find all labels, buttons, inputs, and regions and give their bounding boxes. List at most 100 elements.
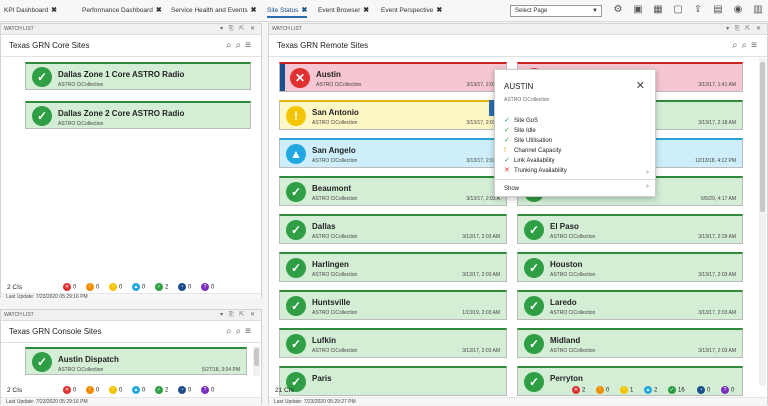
site-name: Harlingen [312,260,349,269]
save-icon[interactable]: ▣ [632,4,644,16]
search-filter-icon[interactable]: ⌕⌕≡ [226,321,255,343]
count-value: 0 [142,387,146,394]
site-card[interactable]: ▲ San Angelo ASTRO CiCollection 3/13/17, 2:… [279,138,507,168]
tab-close-icon[interactable]: ✖ [301,7,307,14]
panel-tools-icon[interactable]: ▾ ⎘ ⇱ ✕ [220,310,257,321]
check-icon: ✓ [524,334,544,354]
site-card[interactable]: ✓ Laredo ASTRO CiCollection 3/13/17, 2:03 A… [517,290,743,320]
other-count[interactable]: ? 0 [201,386,214,396]
site-card[interactable]: ✓ Harlingen ASTRO CiCollection 3/13/17, 2:0… [279,252,507,282]
tab-event-perspective[interactable]: Event Perspective ✖ [381,4,442,18]
tab-kpi-dashboard[interactable]: KPI Dashboard ✖ [4,4,57,18]
clipboard-icon[interactable]: ▢ [672,4,684,16]
unknown-count[interactable]: ◔ 0 [178,283,191,293]
site-card[interactable]: ✓ Houston ASTRO CiCollection 3/13/17, 2:03 … [517,252,743,282]
show-menu-item[interactable]: Show [504,184,519,194]
close-icon[interactable]: ✕ [636,79,645,92]
tab-performance-dashboard[interactable]: Performance Dashboard ✖ [82,4,162,18]
tab-close-icon[interactable]: ✖ [156,7,162,14]
more-icon[interactable]: ▥ [752,4,764,16]
unknown-count[interactable]: ◔ 0 [178,386,191,396]
scrollbar[interactable] [759,58,766,386]
error-icon: ✕ [63,283,71,291]
site-type: ASTRO CiCollection [312,120,358,126]
critical-count[interactable]: ✕ 2 [572,386,585,396]
kpi-item[interactable]: ✓ Site Utilisation [504,136,552,146]
settings-icon[interactable]: ⚙ [612,4,624,16]
tab-close-icon[interactable]: ✖ [251,7,257,14]
tab-site-status[interactable]: Site Status ✖ [267,4,308,18]
check-icon: ✓ [32,106,52,126]
normal-count[interactable]: ✓ 16 [668,386,685,396]
check-icon: ✓ [504,157,510,164]
scrollbar[interactable] [253,346,260,376]
search-filter-icon[interactable]: ⌕⌕≡ [226,35,255,57]
other-count[interactable]: ? 0 [201,283,214,293]
unknown-count[interactable]: ◔ 0 [697,386,710,396]
select-page-dropdown[interactable]: Select Page ▼ [510,5,602,17]
tab-close-icon[interactable]: ✖ [51,7,57,14]
tab-event-browser[interactable]: Event Browser ✖ [318,4,369,18]
minor-count[interactable]: ! 0 [109,386,122,396]
site-card[interactable]: ✕ Austin ASTRO CiCollection 3/13/17, 2:03 A [279,62,507,92]
warning-count[interactable]: ▲ 0 [132,386,145,396]
site-card[interactable]: ! San Antonio ASTRO CiCollection 3/13/17, 2… [279,100,507,130]
site-date: 1/13/19, 2:03 AM [462,310,500,316]
tab-close-icon[interactable]: ✖ [363,7,369,14]
site-card[interactable]: ✓ Lufkin ASTRO CiCollection 3/13/17, 2:03 A… [279,328,507,358]
panel-tools-icon[interactable]: ▾ ⎘ ⇱ ✕ [726,24,763,35]
site-card[interactable]: ✓ Dallas ASTRO CiCollection 3/13/17, 2:03 A… [279,214,507,244]
site-card[interactable]: ✓ El Paso ASTRO CiCollection 3/13/17, 2:29 … [517,214,743,244]
site-card[interactable]: ✓ Beaumont ASTRO CiCollection 3/13/17, 2:03… [279,176,507,206]
kpi-item[interactable]: ! Channel Capacity [504,146,561,156]
major-count[interactable]: ! 0 [86,283,99,293]
site-card[interactable]: ✓ Dallas Zone 2 Core ASTRO Radio ASTRO C… [25,101,251,129]
tab-service-health[interactable]: Service Health and Events ✖ [171,4,256,18]
site-card[interactable]: ✓ Austin Dispatch ASTRO CiCollection 5/2… [25,347,247,375]
tab-close-icon[interactable]: ✖ [436,7,442,14]
scrollbar-thumb[interactable] [760,62,765,212]
search-filter-icon[interactable]: ⌕⌕≡ [732,35,761,57]
site-card[interactable]: ✓ Midland ASTRO CiCollection 3/13/17, 2:03 … [517,328,743,358]
select-page-label: Select Page [515,8,548,14]
kpi-item[interactable]: ✓ Site GoS [504,116,538,126]
site-card[interactable]: ✓ Dallas Zone 1 Core ASTRO Radio ASTRO C… [25,62,251,90]
view-icon[interactable]: ◉ [732,4,744,16]
scrollbar-thumb[interactable] [254,348,259,366]
last-update: Last Update: 7/23/2020 05:29:27 PM [269,397,767,405]
error-icon: ✕ [290,68,310,88]
minor-count[interactable]: ! 1 [620,386,633,396]
site-type: ASTRO CiCollection [312,310,358,316]
normal-count[interactable]: ✓ 2 [155,283,168,293]
popup-title: AUSTIN [504,82,534,91]
panel-tools-icon[interactable]: ▾ ⎘ ⇱ ✕ [220,24,257,35]
site-date: 5/27/18, 3:04 PM [201,367,240,373]
warning-count[interactable]: ▲ 0 [132,283,145,293]
site-name: Huntsville [312,298,351,307]
site-type: ASTRO CiCollection [550,272,596,278]
site-date: 12/13/18, 4:12 PM [695,158,736,164]
minor-count[interactable]: ! 0 [109,283,122,293]
warning-count[interactable]: ▲ 2 [644,386,657,396]
status-summary: 21 CIs ✕ 2 ! 0 ! 1 ▲ 2 ✓ 16 ◔ 0 ? 0 [269,384,767,397]
kpi-item[interactable]: ✕ Trunking Availability [504,166,567,176]
kpi-item[interactable]: ✓ Site Idle [504,126,536,136]
window-icon[interactable]: ▤ [712,4,724,16]
count-value: 0 [96,387,100,394]
layout-icon[interactable]: ▦ [652,4,664,16]
site-name: Paris [312,374,332,383]
site-date: 3/13/17, 2:03 AM [462,348,500,354]
kpi-item[interactable]: ✓ Link Availability [504,156,555,166]
check-icon: ✓ [504,127,510,134]
site-name: Perryton [550,374,583,383]
site-card[interactable]: ✓ Huntsville ASTRO CiCollection 1/13/19, 2:… [279,290,507,320]
share-icon[interactable]: ⇪ [692,4,704,16]
major-count[interactable]: ! 0 [596,386,609,396]
major-count[interactable]: ! 0 [86,386,99,396]
divider [495,179,655,180]
normal-count[interactable]: ✓ 2 [155,386,168,396]
critical-count[interactable]: ✕ 0 [63,386,76,396]
critical-count[interactable]: ✕ 0 [63,283,76,293]
watch-list-label: WATCH LIST [4,312,34,318]
other-count[interactable]: ? 0 [721,386,734,396]
